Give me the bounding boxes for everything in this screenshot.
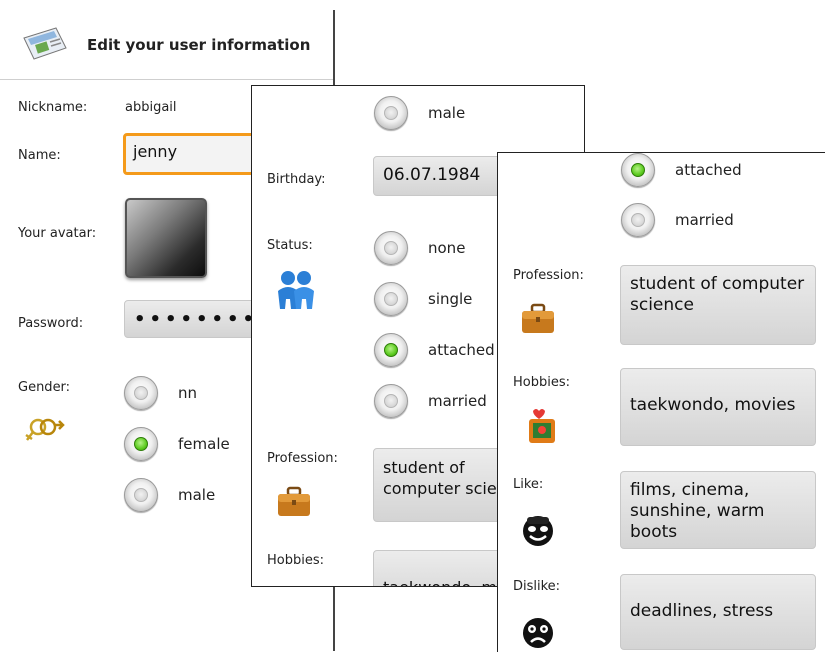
gender-option-male-label: male — [428, 104, 466, 122]
radio-none[interactable] — [374, 231, 408, 265]
radio-label-male: male — [178, 486, 216, 504]
hobbies-label: Hobbies: — [513, 375, 570, 390]
briefcase-icon — [278, 486, 310, 516]
gender-icon — [25, 418, 65, 441]
radio-attached[interactable] — [374, 333, 408, 367]
name-input[interactable]: jenny — [123, 133, 263, 175]
status-label: Status: — [267, 238, 313, 253]
radio-nn[interactable] — [124, 376, 158, 410]
dislike-label: Dislike: — [513, 579, 561, 594]
gender-label: Gender: — [18, 380, 71, 395]
radio-single[interactable] — [374, 282, 408, 316]
edit-user-screen-bottom: attached married Profession: student of c… — [497, 152, 825, 652]
avatar-label: Your avatar: — [18, 226, 97, 241]
like-label: Like: — [513, 477, 544, 492]
dislike-input[interactable]: deadlines, stress — [620, 574, 816, 650]
id-card-icon — [23, 27, 67, 60]
radio-label-none: none — [428, 239, 466, 257]
avatar-image[interactable] — [125, 198, 207, 278]
password-input[interactable]: •••••••• — [124, 300, 264, 338]
nickname-label: Nickname: — [18, 100, 88, 115]
radio-married[interactable] — [621, 203, 655, 237]
password-label: Password: — [18, 316, 84, 331]
radio-label-nn: nn — [178, 384, 198, 402]
radio-female[interactable] — [124, 427, 158, 461]
radio-label-attached: attached — [675, 161, 742, 179]
profession-input[interactable]: student of computer science — [620, 265, 816, 345]
page-title: Edit your user information — [87, 36, 311, 54]
radio-label-married: married — [675, 211, 734, 229]
nickname-value: abbigail — [125, 100, 177, 115]
couple-icon — [278, 271, 314, 309]
hobby-icon — [529, 409, 555, 443]
name-label: Name: — [18, 148, 61, 163]
radio-label-married: married — [428, 392, 487, 410]
hobbies-label: Hobbies: — [267, 553, 324, 568]
sad-smiley-icon — [523, 618, 553, 648]
radio-male[interactable] — [124, 478, 158, 512]
hobbies-input[interactable]: taekwondo, movies — [620, 368, 816, 446]
radio-label-single: single — [428, 290, 473, 308]
radio-married[interactable] — [374, 384, 408, 418]
header-divider — [0, 79, 333, 80]
happy-smiley-icon — [523, 516, 553, 546]
birthday-label: Birthday: — [267, 172, 326, 187]
like-input[interactable]: films, cinema, sunshine, warm boots — [620, 471, 816, 549]
radio-label-female: female — [178, 435, 230, 453]
profession-label: Profession: — [513, 268, 584, 283]
radio-label-attached: attached — [428, 341, 495, 359]
briefcase-icon — [522, 303, 554, 333]
radio-attached[interactable] — [621, 153, 655, 187]
profession-label: Profession: — [267, 451, 338, 466]
gender-radio-male[interactable] — [374, 96, 408, 130]
